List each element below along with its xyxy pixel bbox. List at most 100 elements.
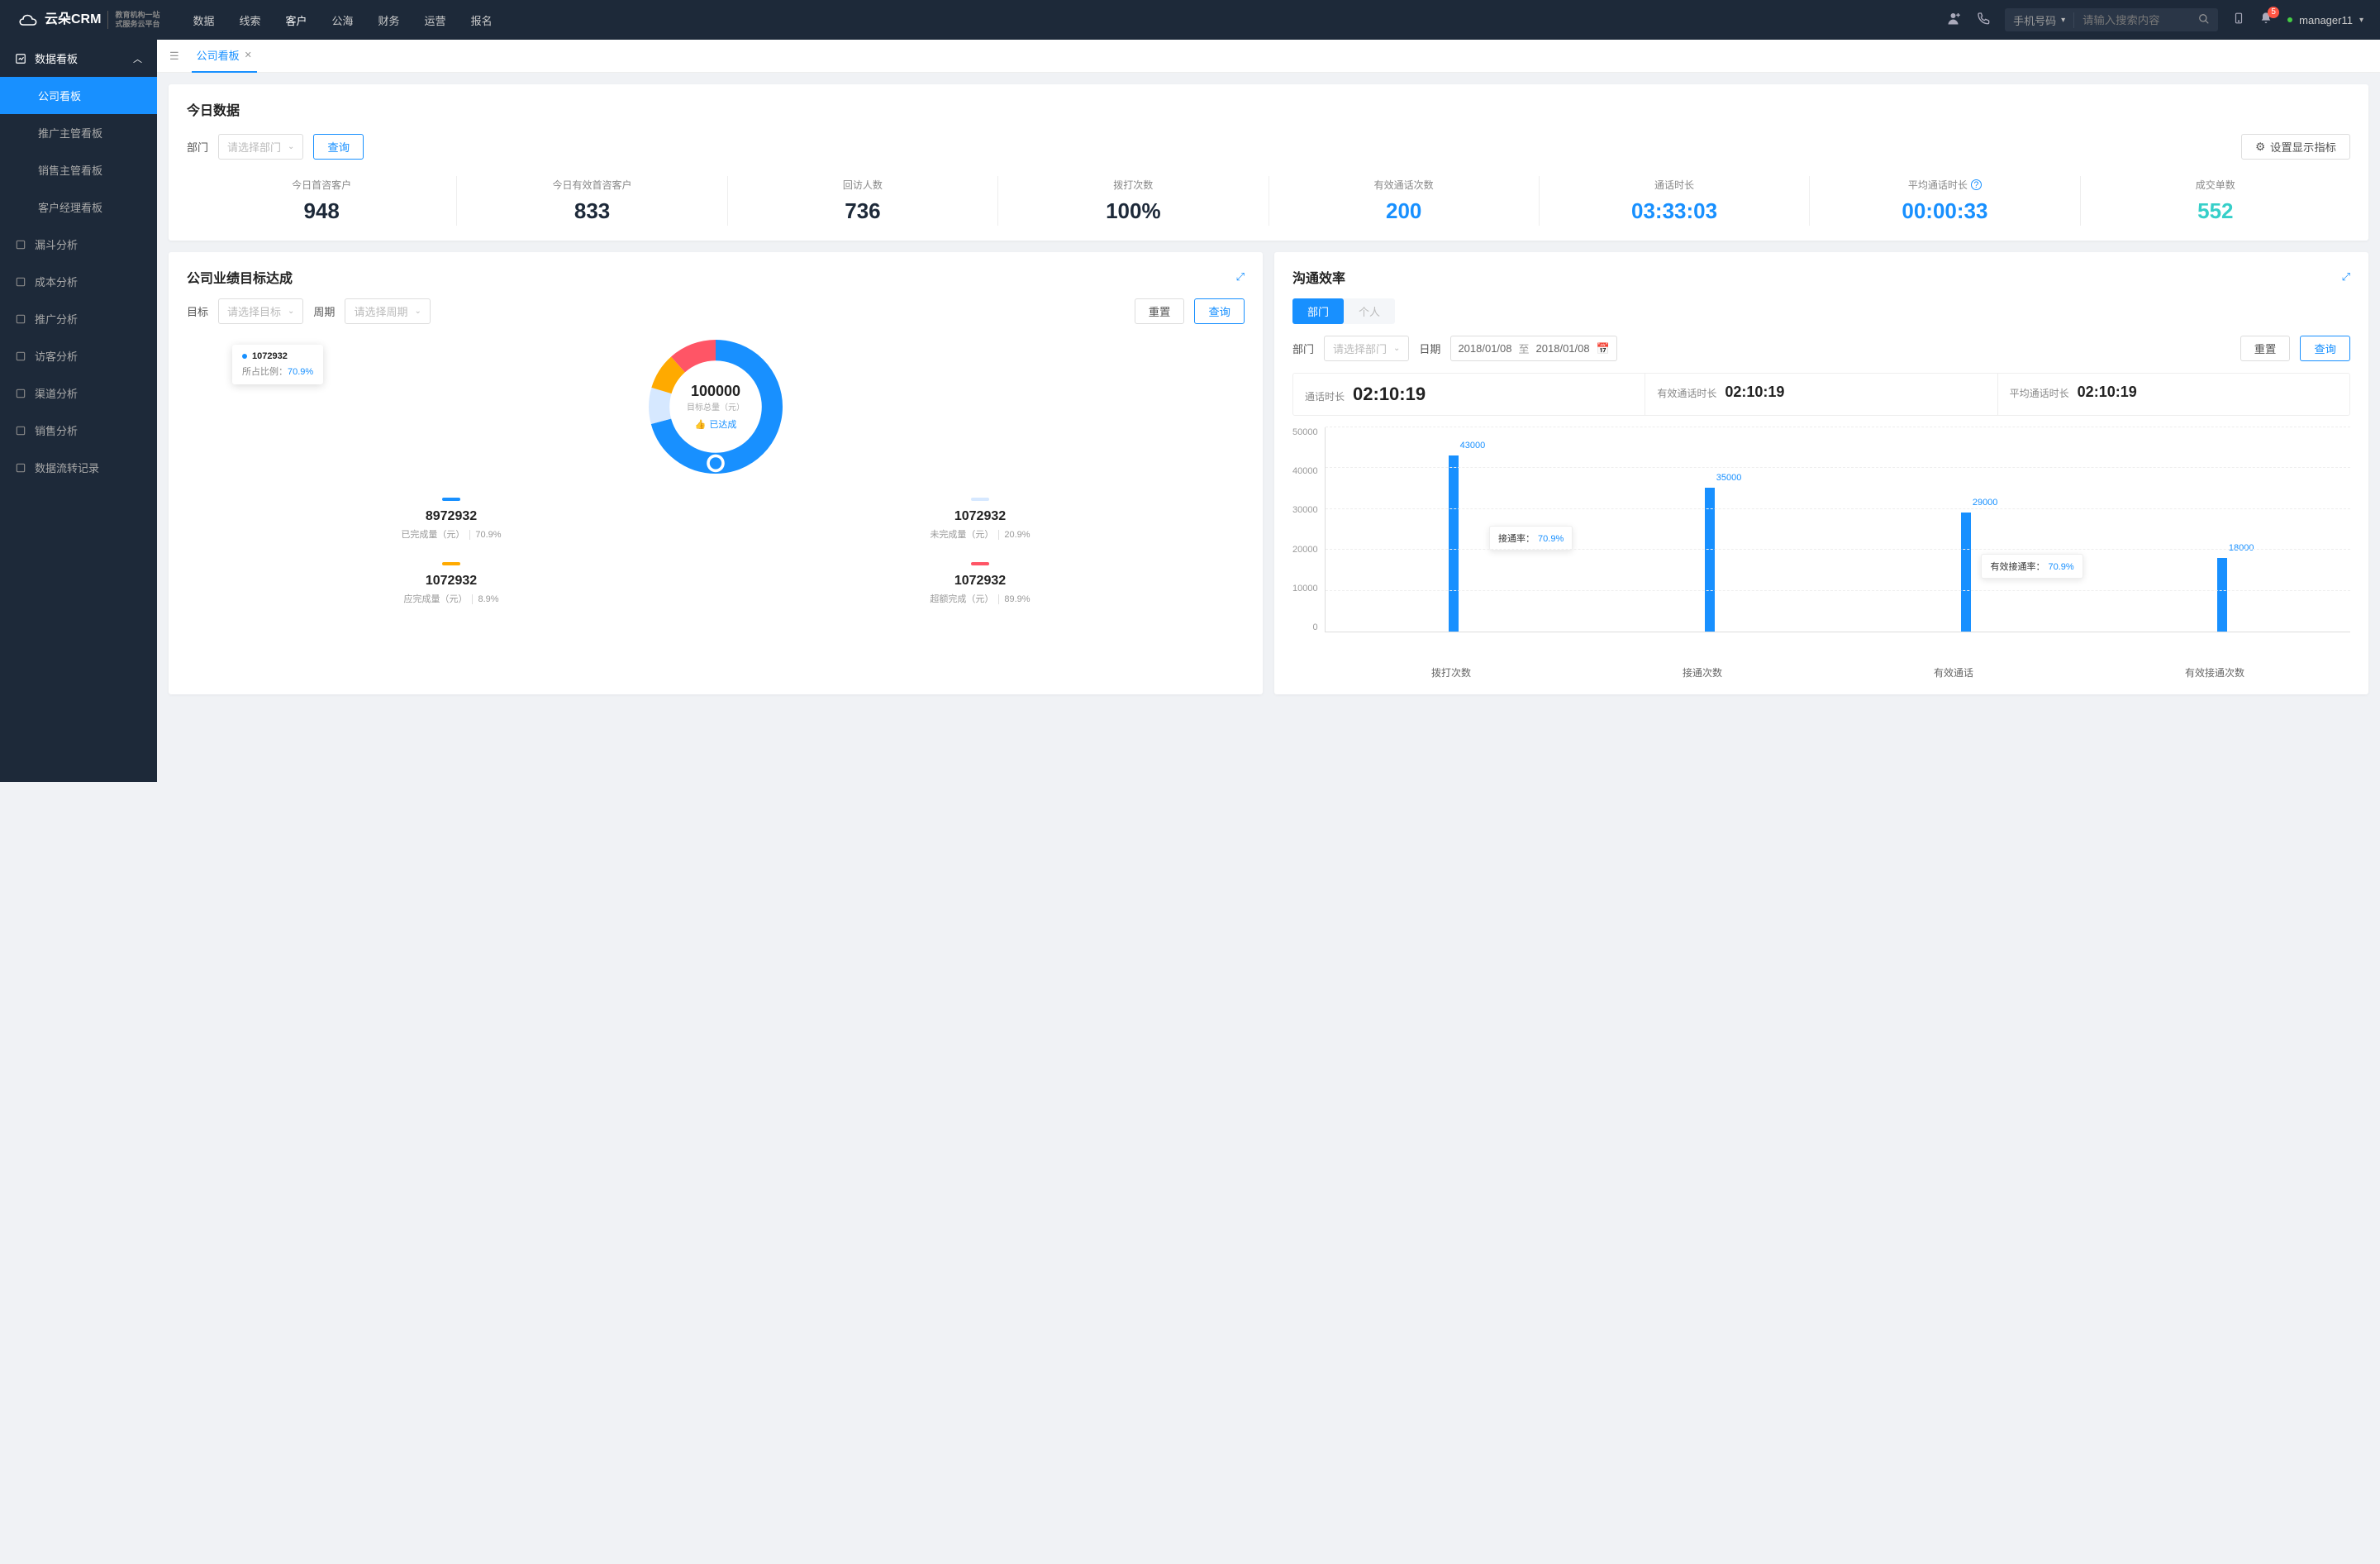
- nav-item[interactable]: 报名: [471, 1, 493, 40]
- sidebar-item[interactable]: 漏斗分析: [0, 226, 157, 263]
- chevron-down-icon: ▾: [2359, 16, 2363, 25]
- sidebar-item[interactable]: 客户经理看板: [0, 188, 157, 226]
- comm-dept-select[interactable]: 请选择部门⌄: [1324, 336, 1409, 361]
- chevron-down-icon: ⌄: [288, 307, 294, 316]
- sidebar-item[interactable]: 推广主管看板: [0, 114, 157, 151]
- sidebar-item[interactable]: 推广分析: [0, 300, 157, 337]
- settings-button[interactable]: ⚙设置显示指标: [2241, 134, 2350, 160]
- add-user-icon[interactable]: [1947, 11, 1962, 30]
- username: manager11: [2299, 14, 2353, 26]
- link-icon: [15, 388, 26, 399]
- period-label: 周期: [313, 303, 335, 319]
- donut-center-value: 100000: [687, 383, 745, 400]
- legend-item: 1072932超额完成（元）89.9%: [716, 554, 1245, 618]
- logo: 云朵CRM 教育机构一站式服务云平台: [17, 8, 159, 31]
- stat-item: 平均通话时长?00:00:33: [1810, 176, 2080, 226]
- reset-button[interactable]: 重置: [1135, 298, 1185, 324]
- sidebar-item[interactable]: 销售分析: [0, 412, 157, 449]
- dashboard-icon: [15, 53, 26, 64]
- legend-item: 1072932未完成量（元）20.9%: [716, 489, 1245, 554]
- reset-button[interactable]: 重置: [2240, 336, 2291, 361]
- segment-control: 部门 个人: [1292, 298, 1395, 324]
- donut-center-label: 目标总量（元）: [687, 400, 745, 412]
- expand-icon[interactable]: ⤢: [1236, 270, 1245, 284]
- sidebar-item[interactable]: 渠道分析: [0, 374, 157, 412]
- query-button[interactable]: 查询: [2300, 336, 2350, 361]
- chevron-down-icon: ⌄: [288, 142, 294, 151]
- sidebar-item[interactable]: 访客分析: [0, 337, 157, 374]
- summary-item: 通话时长02:10:19: [1293, 374, 1645, 415]
- x-label: 拨打次数: [1431, 665, 1471, 679]
- chat-icon: [15, 350, 26, 362]
- menu-icon[interactable]: ☰: [169, 50, 179, 63]
- stat-item: 回访人数736: [728, 176, 998, 226]
- stat-item: 今日有效首咨客户833: [457, 176, 727, 226]
- comm-summary: 通话时长02:10:19有效通话时长02:10:19平均通话时长02:10:19: [1292, 373, 2350, 416]
- info-icon[interactable]: ?: [1971, 179, 1982, 190]
- nav-item[interactable]: 客户: [286, 1, 307, 40]
- edit-icon: [15, 313, 26, 325]
- bar: 35000: [1582, 488, 1838, 632]
- top-nav: 数据线索客户公海财务运营报名: [193, 1, 492, 40]
- chevron-down-icon: ⌄: [414, 307, 421, 316]
- x-label: 接通次数: [1683, 665, 1722, 679]
- query-button[interactable]: 查询: [313, 134, 364, 160]
- target-select[interactable]: 请选择目标⌄: [218, 298, 303, 324]
- query-button[interactable]: 查询: [1194, 298, 1245, 324]
- date-range-input[interactable]: 2018/01/08 至 2018/01/08 📅: [1450, 336, 1616, 361]
- stats-row: 今日首咨客户948今日有效首咨客户833回访人数736拨打次数100%有效通话次…: [187, 176, 2350, 226]
- phone-icon[interactable]: [1977, 12, 1990, 29]
- stat-item: 成交单数552: [2081, 176, 2350, 226]
- pie-icon: [15, 276, 26, 288]
- search-bar: 手机号码▾: [2005, 8, 2218, 31]
- close-icon[interactable]: ✕: [245, 50, 252, 60]
- legend-item: 1072932应完成量（元）8.9%: [187, 554, 716, 618]
- nav-item[interactable]: 线索: [239, 1, 260, 40]
- eye-icon: [15, 425, 26, 436]
- search-input[interactable]: [2074, 14, 2190, 26]
- seg-person[interactable]: 个人: [1344, 298, 1395, 324]
- expand-icon[interactable]: ⤢: [2342, 270, 2350, 284]
- filter-icon: [15, 239, 26, 250]
- sidebar-item[interactable]: 数据流转记录: [0, 449, 157, 486]
- stat-item: 有效通话次数200: [1269, 176, 1540, 226]
- dept-label: 部门: [1292, 341, 1314, 356]
- nav-item[interactable]: 财务: [378, 1, 400, 40]
- calendar-icon: 📅: [1597, 342, 1610, 355]
- tab-company-board[interactable]: 公司看板 ✕: [192, 40, 257, 73]
- donut-legend: 8972932已完成量（元）70.9%1072932未完成量（元）20.9%10…: [187, 489, 1245, 618]
- nav-item[interactable]: 运营: [425, 1, 446, 40]
- stat-item: 通话时长03:33:03: [1540, 176, 1810, 226]
- stat-item: 拨打次数100%: [998, 176, 1269, 226]
- donut-chart: 1072932 所占比例：70.9% 100000 目标总量（: [187, 332, 1245, 481]
- list-icon: [15, 462, 26, 474]
- bell-icon[interactable]: 5: [2259, 12, 2273, 29]
- logo-text: 云朵CRM: [45, 13, 101, 26]
- chevron-down-icon: ⌄: [1393, 344, 1400, 353]
- sidebar-item[interactable]: 成本分析: [0, 263, 157, 300]
- today-title: 今日数据: [187, 99, 2350, 119]
- notification-badge: 5: [2268, 7, 2279, 18]
- nav-item[interactable]: 公海: [332, 1, 354, 40]
- search-type-select[interactable]: 手机号码▾: [2005, 12, 2074, 28]
- mobile-icon[interactable]: [2233, 11, 2244, 30]
- period-select[interactable]: 请选择周期⌄: [345, 298, 430, 324]
- seg-dept[interactable]: 部门: [1292, 298, 1344, 324]
- nav-item[interactable]: 数据: [193, 1, 214, 40]
- x-label: 有效接通次数: [2185, 665, 2244, 679]
- stat-item: 今日首咨客户948: [187, 176, 457, 226]
- tabs-bar: ☰ 公司看板 ✕: [157, 40, 2380, 73]
- gear-icon: ⚙: [2255, 141, 2265, 154]
- dept-select[interactable]: 请选择部门⌄: [218, 134, 303, 160]
- summary-item: 有效通话时长02:10:19: [1645, 374, 1997, 415]
- callout-connect-rate: 接通率：70.9%: [1489, 526, 1573, 551]
- today-panel: 今日数据 部门 请选择部门⌄ 查询 ⚙设置显示指标 今日首咨客户948今日有效首…: [169, 84, 2368, 241]
- sidebar-item[interactable]: 销售主管看板: [0, 151, 157, 188]
- status-dot-icon: [2287, 17, 2292, 22]
- summary-item: 平均通话时长02:10:19: [1998, 374, 2349, 415]
- search-icon[interactable]: [2190, 13, 2218, 27]
- user-menu[interactable]: manager11 ▾: [2287, 14, 2363, 26]
- sidebar-group-header[interactable]: 数据看板 ︿: [0, 40, 157, 77]
- chevron-up-icon: ︿: [133, 52, 142, 65]
- sidebar-item[interactable]: 公司看板: [0, 77, 157, 114]
